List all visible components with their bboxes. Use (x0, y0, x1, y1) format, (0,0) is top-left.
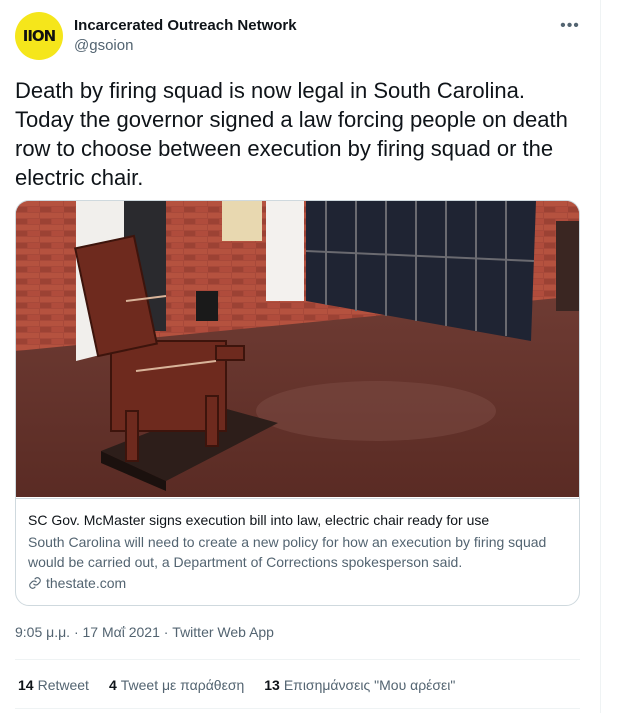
like-count-label: Επισημάνσεις "Μου αρέσει" (283, 677, 456, 693)
card-domain: thestate.com (28, 575, 126, 591)
avatar-logo-text: IION (22, 27, 56, 45)
column-border (600, 0, 601, 713)
tweet-timestamp[interactable]: 9:05 μ.μ. · 17 Μαΐ 2021 · Twitter Web Ap… (15, 624, 274, 640)
like-count[interactable]: 13 Επισημάνσεις "Μου αρέσει" (264, 677, 455, 693)
avatar[interactable]: IION (15, 12, 63, 60)
more-horizontal-icon: ••• (560, 17, 580, 34)
quote-tweet-count[interactable]: 4 Tweet με παράθεση (109, 677, 244, 693)
link-icon (29, 577, 41, 589)
divider-bottom (15, 708, 580, 709)
retweet-count-label: Retweet (37, 677, 89, 693)
more-options-button[interactable]: ••• (558, 14, 582, 38)
retweet-count[interactable]: 14 Retweet (18, 677, 89, 693)
quote-tweet-count-number: 4 (108, 677, 117, 693)
engagement-stats: 14 Retweet 4 Tweet με παράθεση 13 Επισημ… (18, 677, 475, 693)
link-card[interactable]: SC Gov. McMaster signs execution bill in… (15, 200, 580, 606)
tweet-header: IION Incarcerated Outreach Network @gsoi… (15, 12, 580, 60)
card-description: South Carolina will need to create a new… (28, 534, 547, 570)
card-title: SC Gov. McMaster signs execution bill in… (28, 512, 490, 528)
author-name[interactable]: Incarcerated Outreach Network (74, 17, 297, 34)
quote-tweet-count-label: Tweet με παράθεση (120, 677, 245, 693)
card-image (16, 201, 579, 497)
card-meta: SC Gov. McMaster signs execution bill in… (16, 498, 579, 605)
like-count-number: 13 (264, 677, 280, 693)
author-handle[interactable]: @gsoion (74, 37, 133, 54)
divider (15, 659, 580, 660)
card-domain-text: thestate.com (46, 575, 127, 591)
tweet-text: Death by firing squad is now legal in So… (15, 78, 568, 190)
retweet-count-number: 14 (18, 677, 34, 693)
